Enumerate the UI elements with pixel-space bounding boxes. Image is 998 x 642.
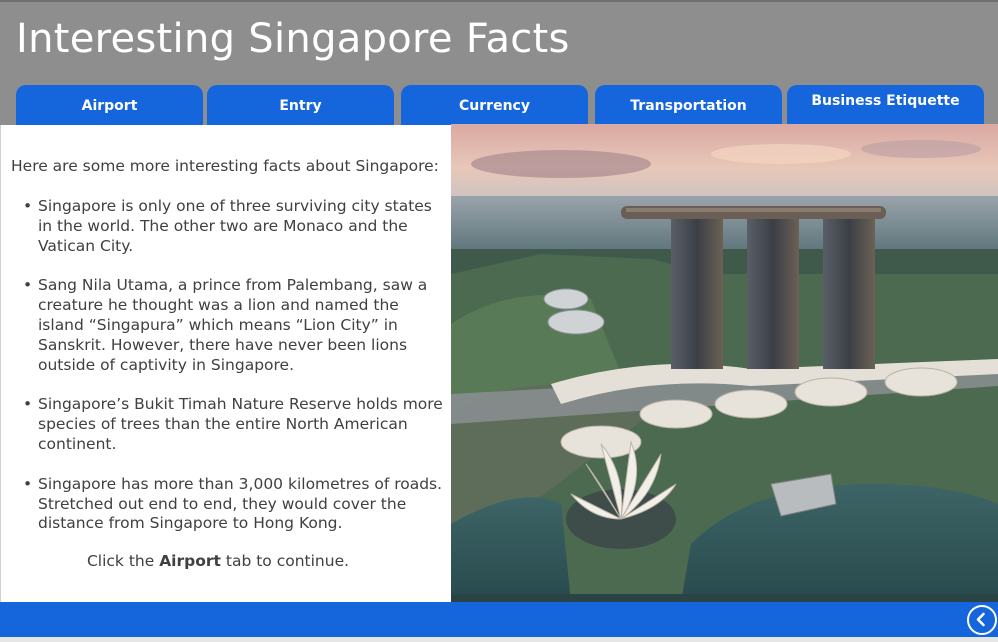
fact-text: Singapore is only one of three surviving… xyxy=(38,197,432,255)
tab-airport[interactable]: Airport xyxy=(16,85,203,127)
back-button[interactable] xyxy=(967,605,997,635)
tab-currency[interactable]: Currency xyxy=(401,85,588,127)
fact-text: Singapore has more than 3,000 kilometres… xyxy=(38,474,443,533)
header-bar: Interesting Singapore Facts Airport Entr… xyxy=(0,0,998,127)
cta-suffix: tab to continue. xyxy=(220,552,350,570)
footer-bar xyxy=(0,602,998,637)
fact-item: • Singapore is only one of three survivi… xyxy=(23,197,443,256)
bullet: • xyxy=(23,395,33,414)
facts-panel: Here are some more interesting facts abo… xyxy=(0,125,451,602)
cta-tab-name: Airport xyxy=(159,552,221,570)
cta-prefix: Click the xyxy=(86,552,160,570)
tab-label: Entry xyxy=(279,98,322,114)
bottom-strip xyxy=(0,637,998,642)
intro-text: Here are some more interesting facts abo… xyxy=(11,157,439,175)
tab-label: Airport xyxy=(81,98,138,114)
fact-text: Singapore’s Bukit Timah Nature Reserve h… xyxy=(38,395,443,453)
back-arrow-icon xyxy=(976,612,985,627)
singapore-photo xyxy=(451,124,998,602)
tab-transportation[interactable]: Transportation xyxy=(595,85,782,127)
tab-label: Currency xyxy=(459,98,530,114)
marina-bay-image xyxy=(451,124,998,602)
bullet: • xyxy=(23,197,33,215)
fact-item: • Sang Nila Utama, a prince from Palemba… xyxy=(23,276,443,375)
fact-text: Sang Nila Utama, a prince from Palembang… xyxy=(38,276,428,374)
continue-instruction: Click the Airport tab to continue. xyxy=(1,552,435,570)
bullet: • xyxy=(23,276,33,295)
tab-label: Business Etiquette xyxy=(811,93,960,109)
fact-item: • Singapore has more than 3,000 kilometr… xyxy=(23,475,443,534)
fact-item: • Singapore’s Bukit Timah Nature Reserve… xyxy=(23,395,443,454)
tab-label: Transportation xyxy=(630,98,747,114)
facts-list: • Singapore is only one of three survivi… xyxy=(23,197,443,554)
bullet: • xyxy=(23,474,33,493)
tab-entry[interactable]: Entry xyxy=(207,85,394,127)
page-title: Interesting Singapore Facts xyxy=(16,16,570,62)
tab-business-etiquette[interactable]: Business Etiquette xyxy=(787,85,984,127)
